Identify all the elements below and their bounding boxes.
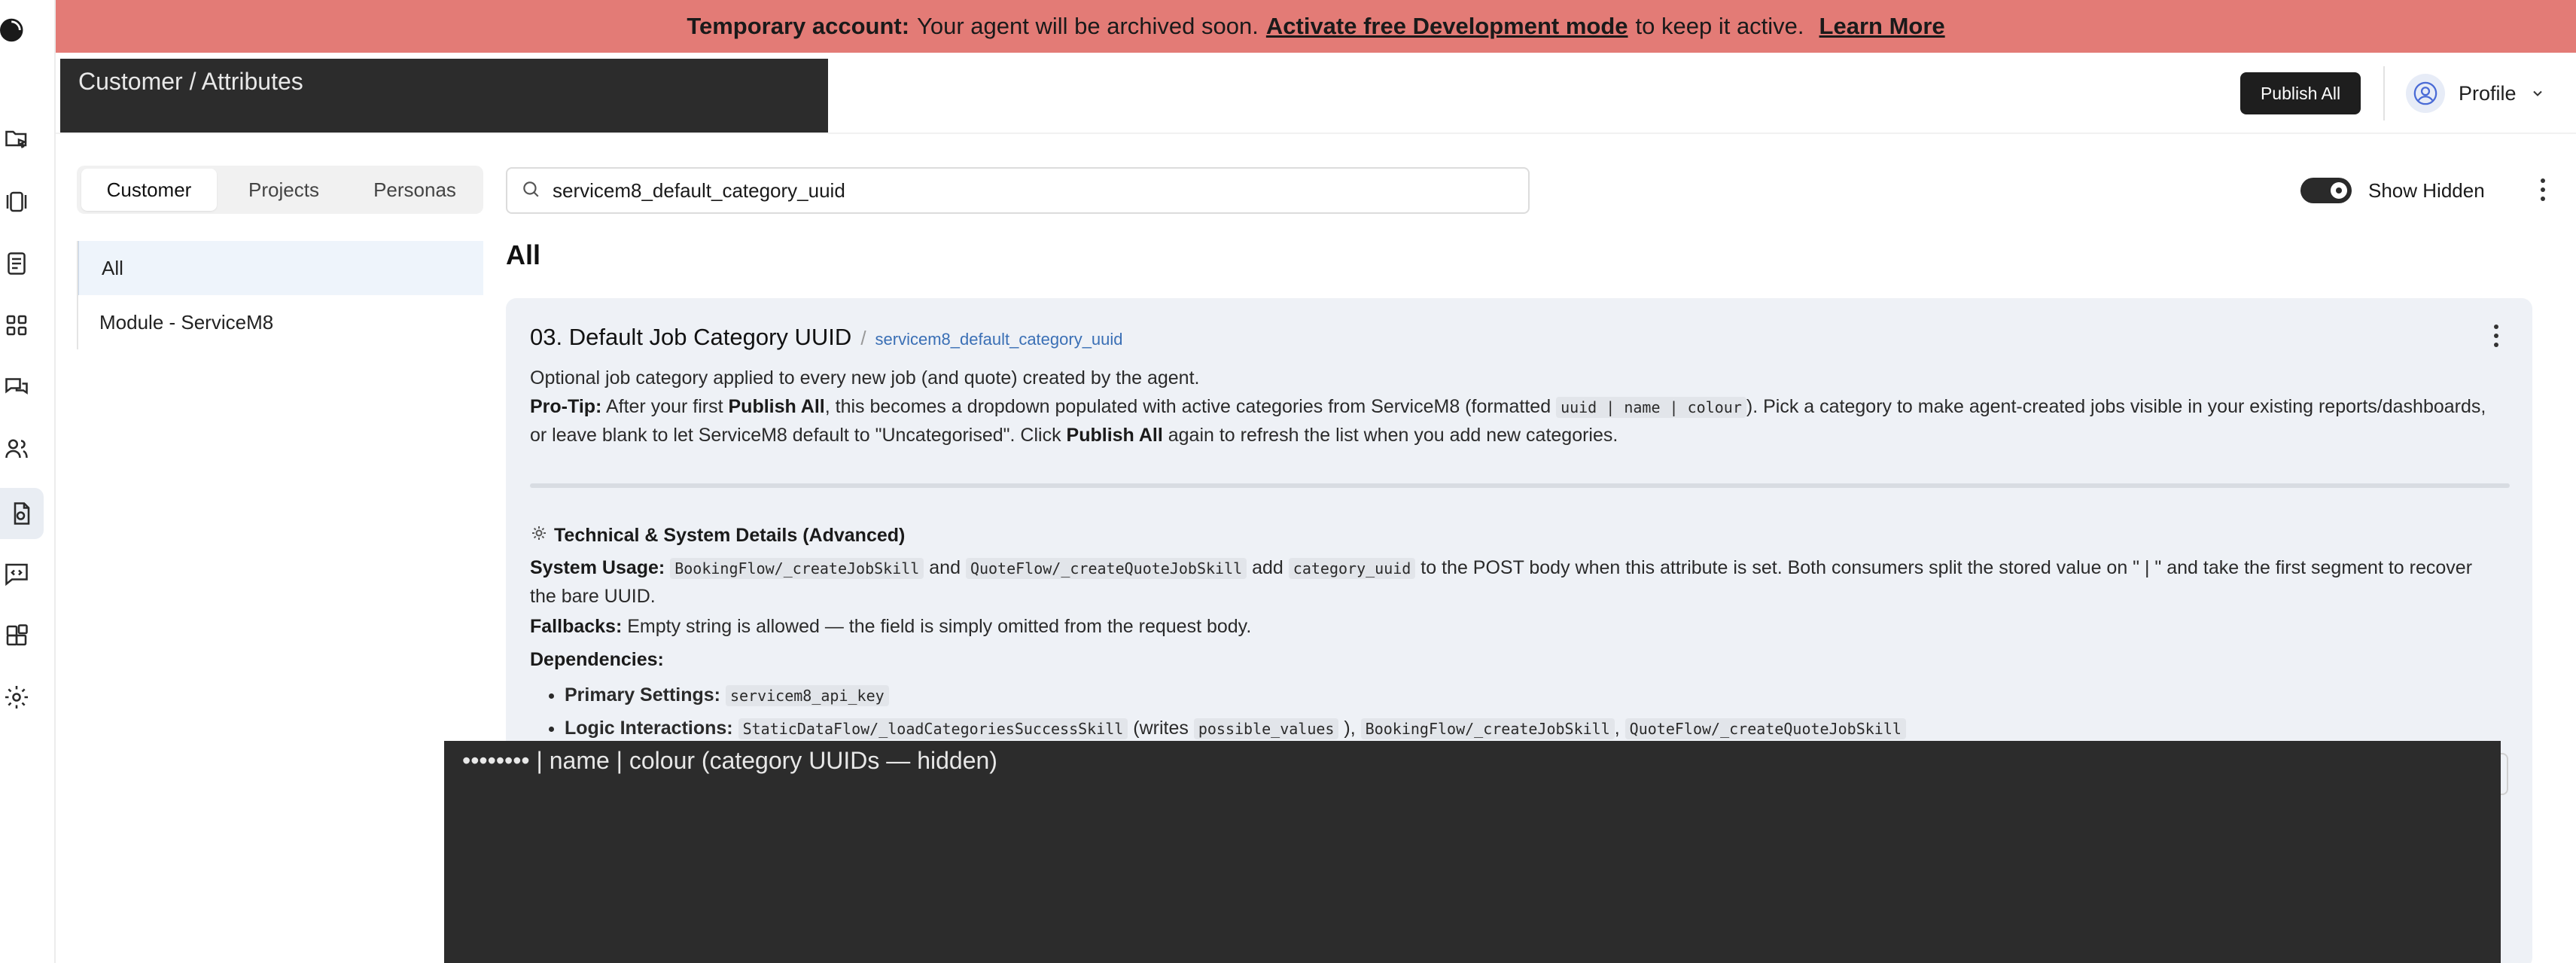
integrations-icon[interactable]	[2, 620, 32, 651]
banner-tail: to keep it active.	[1635, 13, 1804, 39]
search-input[interactable]	[553, 178, 1456, 203]
banner-lead: Temporary account:	[687, 13, 910, 39]
category-module-servicem8[interactable]: Module - ServiceM8	[77, 295, 483, 349]
attribute-key: servicem8_default_category_uuid	[875, 330, 1123, 349]
publish-all-button[interactable]: Publish All	[2240, 72, 2361, 114]
dependencies-label: Dependencies:	[530, 649, 664, 670]
activate-development-mode-link[interactable]: Activate free Development mode	[1266, 13, 1628, 40]
profile-menu[interactable]: Profile	[2406, 72, 2545, 114]
protip-paragraph: Pro-Tip: After your first Publish All, t…	[530, 396, 2486, 446]
attribute-search	[506, 167, 1530, 214]
document-icon[interactable]	[2, 248, 32, 279]
show-hidden-toggle[interactable]	[2300, 178, 2352, 203]
header-divider-line	[56, 133, 2576, 134]
entity-tabs: Customer Projects Personas	[77, 166, 483, 214]
attribute-description: Optional job category applied to every n…	[530, 367, 1200, 389]
more-options-icon[interactable]	[2534, 175, 2552, 205]
code-chat-icon[interactable]	[2, 559, 32, 589]
chevron-down-icon	[2530, 86, 2545, 101]
category-all[interactable]: All	[77, 241, 483, 295]
users-icon[interactable]	[2, 434, 32, 464]
attribute-name: 03. Default Job Category UUID	[530, 324, 852, 350]
attributes-icon[interactable]	[0, 488, 44, 539]
show-hidden-label: Show Hidden	[2368, 179, 2485, 202]
search-icon	[521, 179, 540, 203]
tab-personas[interactable]: Personas	[351, 169, 479, 211]
list-item: Primary Settings: servicem8_api_key	[565, 679, 1906, 712]
technical-details-heading: Technical & System Details (Advanced)	[530, 524, 905, 547]
banner-message: Your agent will be archived soon.	[917, 13, 1259, 39]
carousel-icon[interactable]	[2, 187, 32, 217]
card-more-options-icon[interactable]	[2487, 321, 2505, 351]
learn-more-link[interactable]: Learn More	[1819, 13, 1945, 40]
user-avatar-icon	[2406, 74, 2445, 113]
chat-icon[interactable]	[2, 372, 32, 402]
left-nav-rail	[0, 0, 56, 963]
profile-label: Profile	[2459, 81, 2517, 105]
category-list: All Module - ServiceM8	[77, 241, 483, 349]
dependencies-list: Primary Settings: servicem8_api_key Logi…	[565, 679, 1906, 745]
temporary-account-banner: Temporary account: Your agent will be ar…	[56, 0, 2576, 53]
header-divider	[2383, 66, 2385, 120]
value-overlay: •••••••• | name | colour (category UUIDs…	[444, 741, 2501, 963]
tab-projects[interactable]: Projects	[217, 169, 351, 211]
divider	[530, 483, 2510, 488]
grid-icon[interactable]	[2, 310, 32, 340]
attribute-title-row: 03. Default Job Category UUID / servicem…	[530, 324, 1123, 350]
app-logo[interactable]	[0, 17, 33, 56]
tab-customer[interactable]: Customer	[81, 169, 217, 211]
settings-gear-icon[interactable]	[2, 682, 32, 712]
system-usage-paragraph: System Usage: BookingFlow/_createJobSkil…	[530, 557, 2473, 607]
fallbacks-paragraph: Fallbacks: Empty string is allowed — the…	[530, 616, 1252, 637]
breadcrumb: Customer / Attributes	[60, 59, 828, 133]
gear-icon	[530, 524, 548, 547]
folder-cursor-icon[interactable]	[2, 123, 32, 154]
section-title: All	[506, 239, 541, 270]
